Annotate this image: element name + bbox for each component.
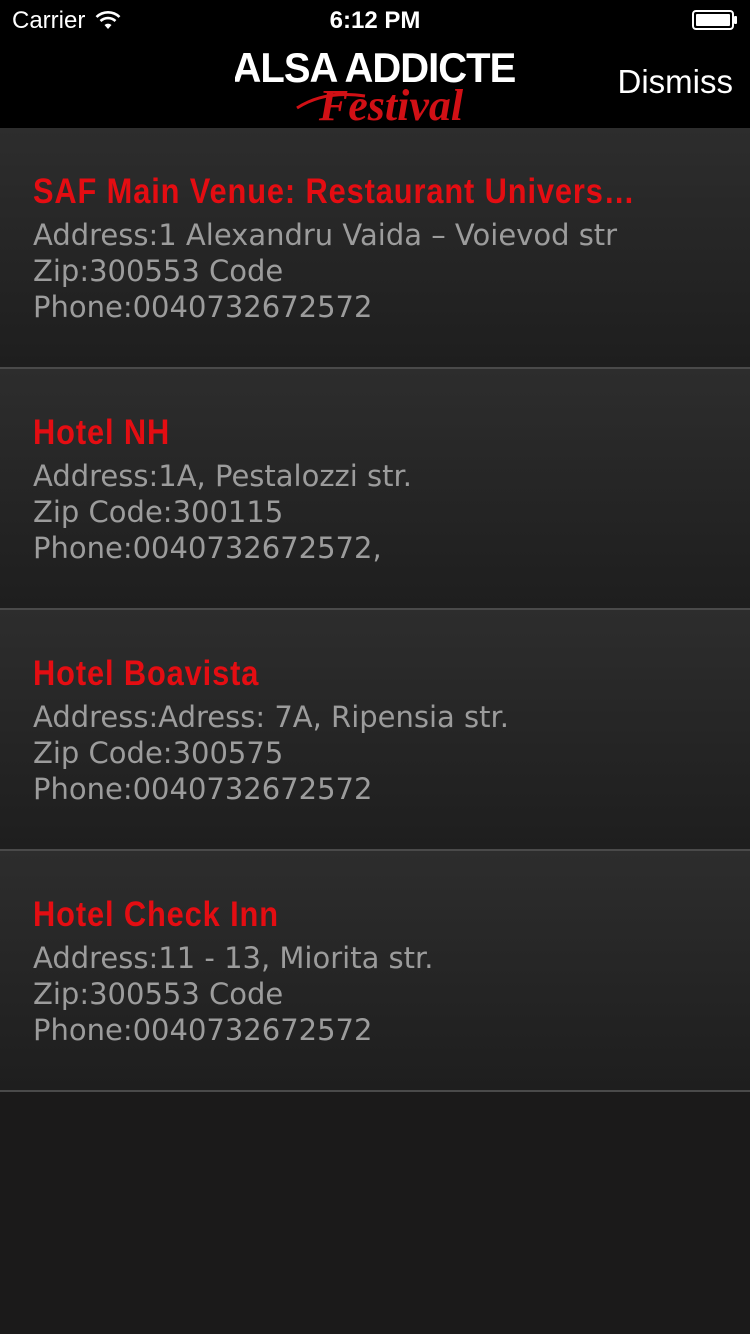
- list-item[interactable]: SAF Main Venue: Restaurant Universit... …: [0, 128, 750, 369]
- venue-phone: Phone:0040732672572: [33, 290, 373, 324]
- logo-subtitle: Festival: [318, 81, 464, 128]
- status-time: 6:12 PM: [329, 7, 421, 34]
- venue-title: Hotel NH: [33, 413, 171, 452]
- dismiss-button[interactable]: Dismiss: [618, 63, 733, 101]
- venue-zip: Zip Code:300115: [33, 495, 284, 529]
- navigation-bar: SALSA ADDICTED Festival Dismiss: [0, 40, 750, 128]
- venue-address: Address:Adress: 7A, Ripensia str.: [33, 700, 510, 734]
- venue-address: Address:1 Alexandru Vaida – Voievod str: [33, 218, 618, 252]
- venues-screen: Carrier 6:12 PM SALSA ADDICTED Festival …: [0, 0, 750, 1334]
- list-item[interactable]: Hotel Check Inn Address:11 - 13, Miorita…: [0, 851, 750, 1092]
- list-item[interactable]: Hotel Boavista Address:Adress: 7A, Ripen…: [0, 610, 750, 851]
- venue-title: Hotel Check Inn: [33, 895, 279, 934]
- venue-address: Address:1A, Pestalozzi str.: [33, 459, 413, 493]
- logo-graphic: SALSA ADDICTED Festival: [235, 44, 515, 128]
- venue-list: SAF Main Venue: Restaurant Universit... …: [0, 128, 750, 1092]
- venue-address: Address:11 - 13, Miorita str.: [33, 941, 434, 975]
- venue-zip: Zip:300553 Code: [33, 254, 284, 288]
- venue-phone: Phone:0040732672572: [33, 772, 373, 806]
- venue-title: Hotel Boavista: [33, 654, 260, 693]
- venue-phone: Phone:0040732672572: [33, 1013, 373, 1047]
- status-bar: Carrier 6:12 PM: [0, 0, 750, 40]
- venue-title: SAF Main Venue: Restaurant Universit...: [33, 172, 641, 211]
- list-item[interactable]: Hotel NH Address:1A, Pestalozzi str. Zip…: [0, 369, 750, 610]
- venue-phone: Phone:0040732672572,: [33, 531, 382, 565]
- venue-zip: Zip Code:300575: [33, 736, 284, 770]
- battery-icon: [692, 10, 737, 30]
- venue-zip: Zip:300553 Code: [33, 977, 284, 1011]
